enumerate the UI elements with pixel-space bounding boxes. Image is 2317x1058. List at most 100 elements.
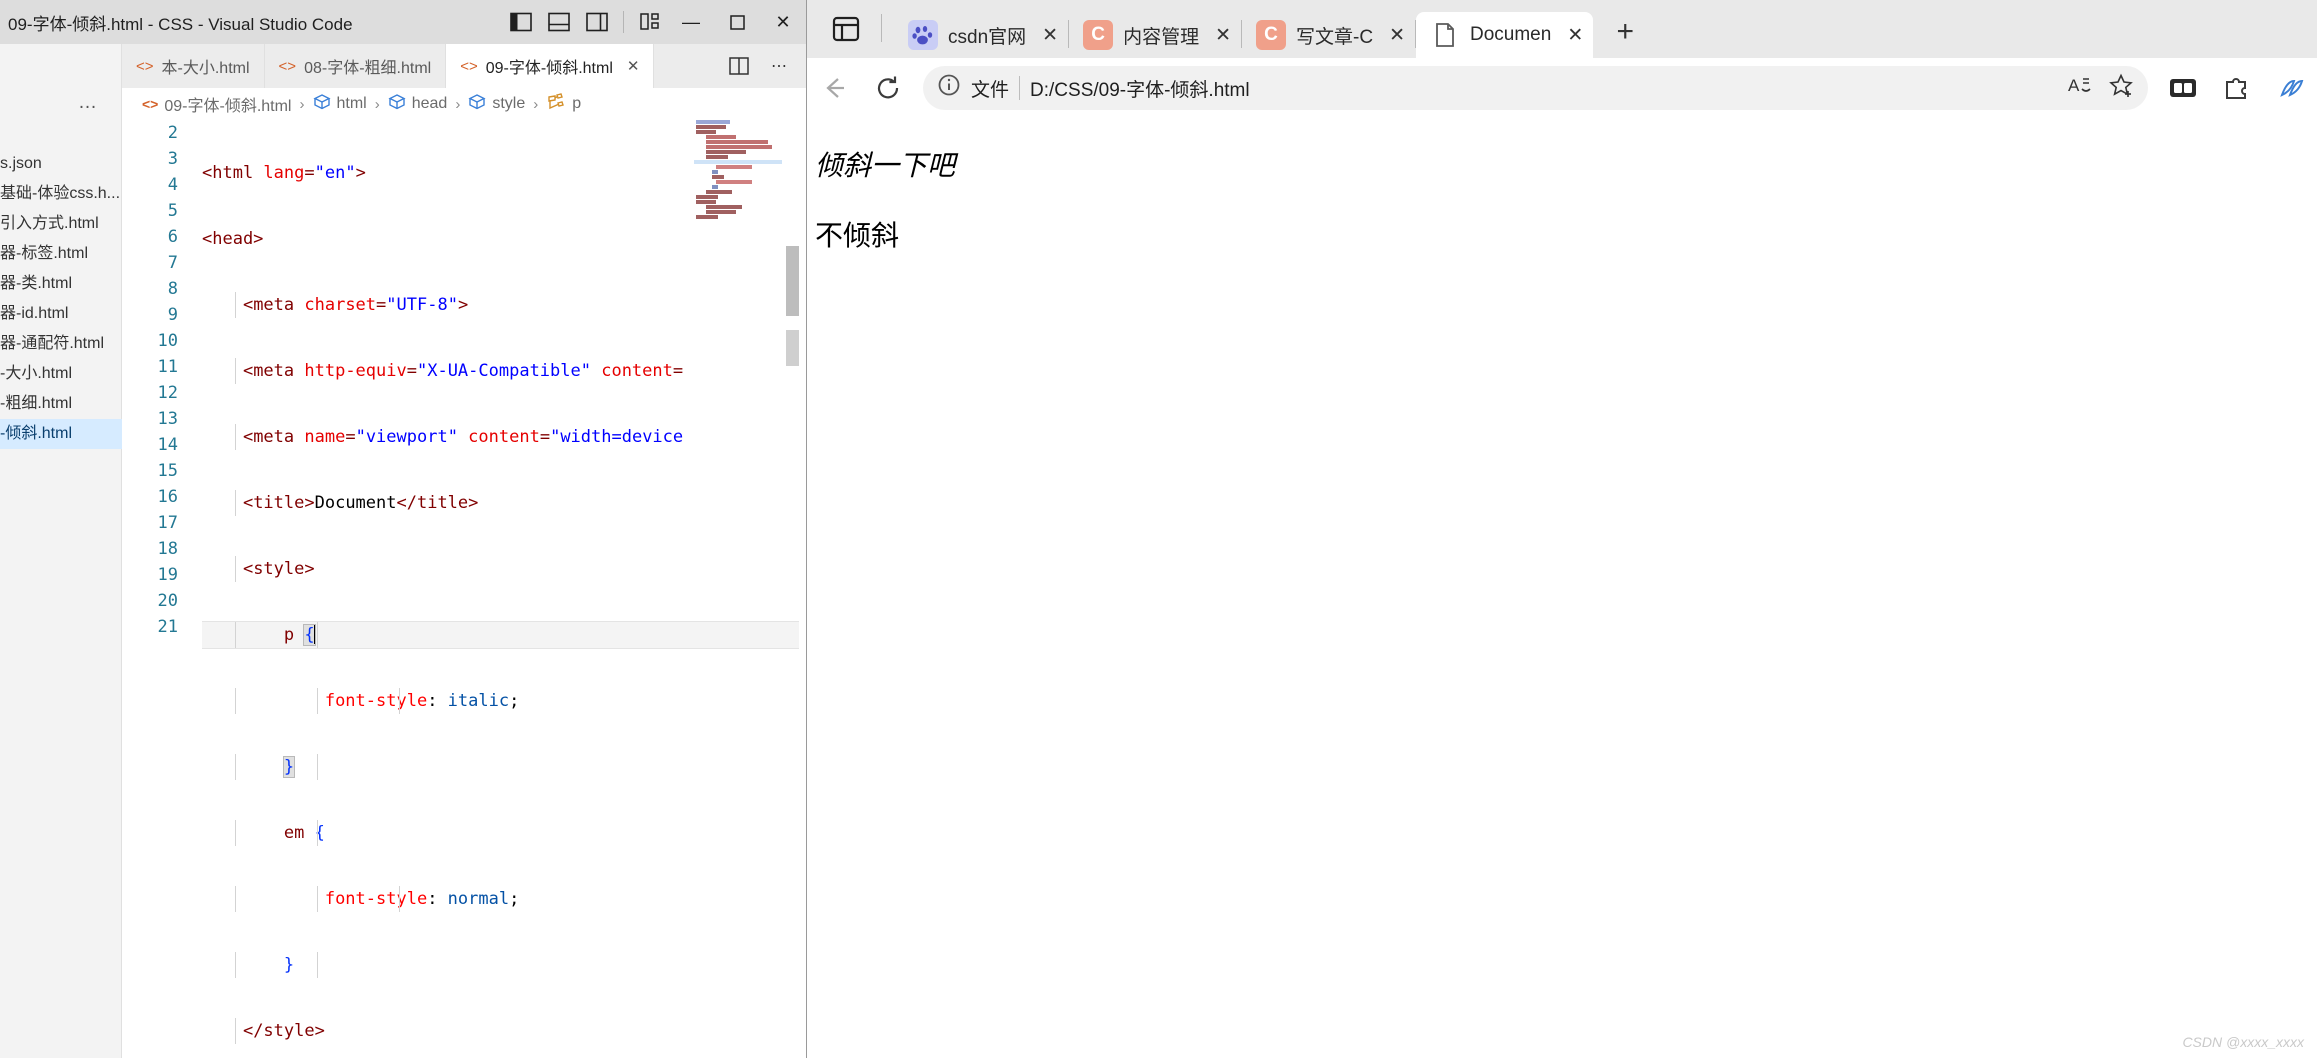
minimap[interactable] <box>694 120 784 220</box>
list-item-selected[interactable]: -倾斜.html <box>0 419 122 449</box>
close-icon[interactable]: ✕ <box>1042 24 1058 47</box>
breadcrumb-separator: › <box>374 95 380 113</box>
line-number: 6 <box>167 227 178 247</box>
page-doc-icon <box>1429 20 1460 50</box>
close-icon[interactable]: ✕ <box>1389 24 1405 47</box>
arrow-left-icon[interactable] <box>807 61 861 115</box>
breadcrumb-item-html[interactable]: html <box>337 95 367 113</box>
read-aloud-icon[interactable]: A <box>2068 73 2094 103</box>
add-favorite-icon[interactable] <box>2108 72 2134 104</box>
editor-tab-2-active[interactable]: <> 09-字体-倾斜.html ✕ <box>446 44 655 88</box>
explorer-file-list: s.json 基础-体验css.h... 引入方式.html 器-标签.html… <box>0 149 122 449</box>
editor-tab-label: 本-大小.html <box>161 60 250 77</box>
address-bar[interactable]: 文件 D:/CSS/09-字体-倾斜.html A <box>923 66 2148 110</box>
browser-tab-1[interactable]: C 内容管理 ✕ <box>1069 12 1241 58</box>
screenshot-root: 09-字体-倾斜.html - CSS - Visual Studio Code… <box>0 0 2317 1058</box>
code-line-11: } <box>202 754 806 780</box>
close-icon[interactable]: ✕ <box>1567 24 1583 47</box>
list-item[interactable]: -大小.html <box>0 359 122 389</box>
titlebar-divider <box>623 11 624 33</box>
list-item[interactable]: 器-类.html <box>0 269 122 299</box>
symbol-cube-icon <box>468 93 486 116</box>
vscode-close-button[interactable]: ✕ <box>760 0 806 44</box>
vscode-window-title: 09-字体-倾斜.html - CSS - Visual Studio Code <box>8 14 353 34</box>
editor-tab-label: 08-字体-粗细.html <box>304 60 432 77</box>
breadcrumb-item-p[interactable]: p <box>572 95 581 113</box>
edge-browser-window: csdn官网 ✕ C 内容管理 ✕ C 写文章-C ✕ Documen ✕ + … <box>806 0 2317 1058</box>
html-file-icon: <> <box>460 57 478 75</box>
browser-essentials-icon[interactable] <box>2264 61 2317 115</box>
csdn-c-icon: C <box>1256 20 1286 50</box>
panel-left-icon[interactable] <box>503 1 539 43</box>
new-tab-button[interactable]: + <box>1603 10 1647 54</box>
panel-bottom-icon[interactable] <box>541 1 577 43</box>
code-line-8: <style> <box>202 556 806 582</box>
list-item[interactable]: 引入方式.html <box>0 209 122 239</box>
page-emphasis-normal: 不倾斜 <box>815 221 900 252</box>
list-item[interactable]: 器-id.html <box>0 299 122 329</box>
extensions-icon[interactable] <box>2210 61 2264 115</box>
list-item[interactable]: -粗细.html <box>0 389 122 419</box>
web-page-content: 倾斜一下吧 不倾斜 CSDN @xxxx_xxxx <box>807 118 2317 1058</box>
vscode-maximize-button[interactable] <box>714 0 760 44</box>
editor-scrollbar-secondary[interactable] <box>786 330 799 366</box>
symbol-cube-icon <box>388 93 406 116</box>
breadcrumb-item-style[interactable]: style <box>492 95 525 113</box>
code-line-12: em { <box>202 820 806 846</box>
line-number: 14 <box>157 435 178 455</box>
code-line-14: } <box>202 952 806 978</box>
browser-tab-2[interactable]: C 写文章-C ✕ <box>1242 12 1415 58</box>
vscode-explorer-strip: … s.json 基础-体验css.h... 引入方式.html 器-标签.ht… <box>0 44 122 1058</box>
close-icon[interactable]: ✕ <box>1215 24 1231 47</box>
list-item[interactable]: 器-标签.html <box>0 239 122 269</box>
html-file-icon: <> <box>136 57 154 75</box>
baidu-paw-icon <box>908 20 938 50</box>
list-item[interactable]: s.json <box>0 149 122 179</box>
vscode-window: 09-字体-倾斜.html - CSS - Visual Studio Code… <box>0 0 806 1058</box>
line-number: 15 <box>157 461 178 481</box>
line-number: 13 <box>157 409 178 429</box>
customize-layout-icon[interactable] <box>632 1 668 43</box>
editor-tab-0[interactable]: <> 本-大小.html <box>122 44 265 88</box>
html-file-icon: <> <box>142 96 159 112</box>
vscode-minimize-button[interactable]: — <box>668 0 714 44</box>
breadcrumb-item-file[interactable]: 09-字体-倾斜.html <box>164 92 291 116</box>
browser-tab-title: 写文章-C <box>1296 26 1374 48</box>
close-icon[interactable]: ✕ <box>627 57 640 75</box>
tab-actions-icon[interactable] <box>823 6 869 52</box>
info-circle-icon[interactable] <box>937 73 961 103</box>
code-line-9-active: p { <box>202 622 806 648</box>
browser-tab-0[interactable]: csdn官网 ✕ <box>894 12 1068 58</box>
tabbar-actions: ⋯ <box>722 44 806 88</box>
collections-icon[interactable] <box>2156 61 2210 115</box>
code-line-7: <title>Document</title> <box>202 490 806 516</box>
list-item[interactable]: 基础-体验css.h... <box>0 179 122 209</box>
page-paragraph-italic: 倾斜一下吧 <box>815 151 956 182</box>
line-number: 17 <box>157 513 178 533</box>
tabs-overflow-icon[interactable]: … <box>78 92 99 114</box>
code-line-5: <meta http-equiv="X-UA-Compatible" conte… <box>202 358 806 384</box>
more-actions-icon[interactable]: ⋯ <box>762 51 796 81</box>
line-number-gutter: 2 3 4 5 6 7 8 9 10 11 12 13 14 15 16 17 … <box>122 120 190 1058</box>
editor-right-edge <box>799 120 806 1058</box>
refresh-icon[interactable] <box>861 61 915 115</box>
address-scheme-label: 文件 <box>971 79 1010 101</box>
panel-right-icon[interactable] <box>579 1 615 43</box>
browser-tab-strip: csdn官网 ✕ C 内容管理 ✕ C 写文章-C ✕ Documen ✕ + <box>807 0 2317 58</box>
browser-tab-title: csdn官网 <box>948 26 1027 48</box>
browser-tab-3-active[interactable]: Documen ✕ <box>1415 12 1594 58</box>
code-text-area[interactable]: <html lang="en"> <head> <meta charset="U… <box>202 120 806 1058</box>
address-url-text[interactable]: D:/CSS/09-字体-倾斜.html <box>1030 75 1250 102</box>
split-editor-icon[interactable] <box>722 51 756 81</box>
text-cursor <box>313 624 316 644</box>
line-number: 4 <box>167 175 178 195</box>
editor-tab-1[interactable]: <> 08-字体-粗细.html <box>264 44 447 88</box>
browser-nav-bar: 文件 D:/CSS/09-字体-倾斜.html A <box>807 58 2317 118</box>
code-line-3: <head> <box>202 229 264 249</box>
list-item[interactable]: 器-通配符.html <box>0 329 122 359</box>
editor-scrollbar[interactable] <box>786 246 799 316</box>
line-number: 8 <box>167 279 178 299</box>
breadcrumb-item-head[interactable]: head <box>412 95 448 113</box>
code-editor[interactable]: 2 3 4 5 6 7 8 9 10 11 12 13 14 15 16 17 … <box>122 120 806 1058</box>
line-number: 5 <box>167 201 178 221</box>
